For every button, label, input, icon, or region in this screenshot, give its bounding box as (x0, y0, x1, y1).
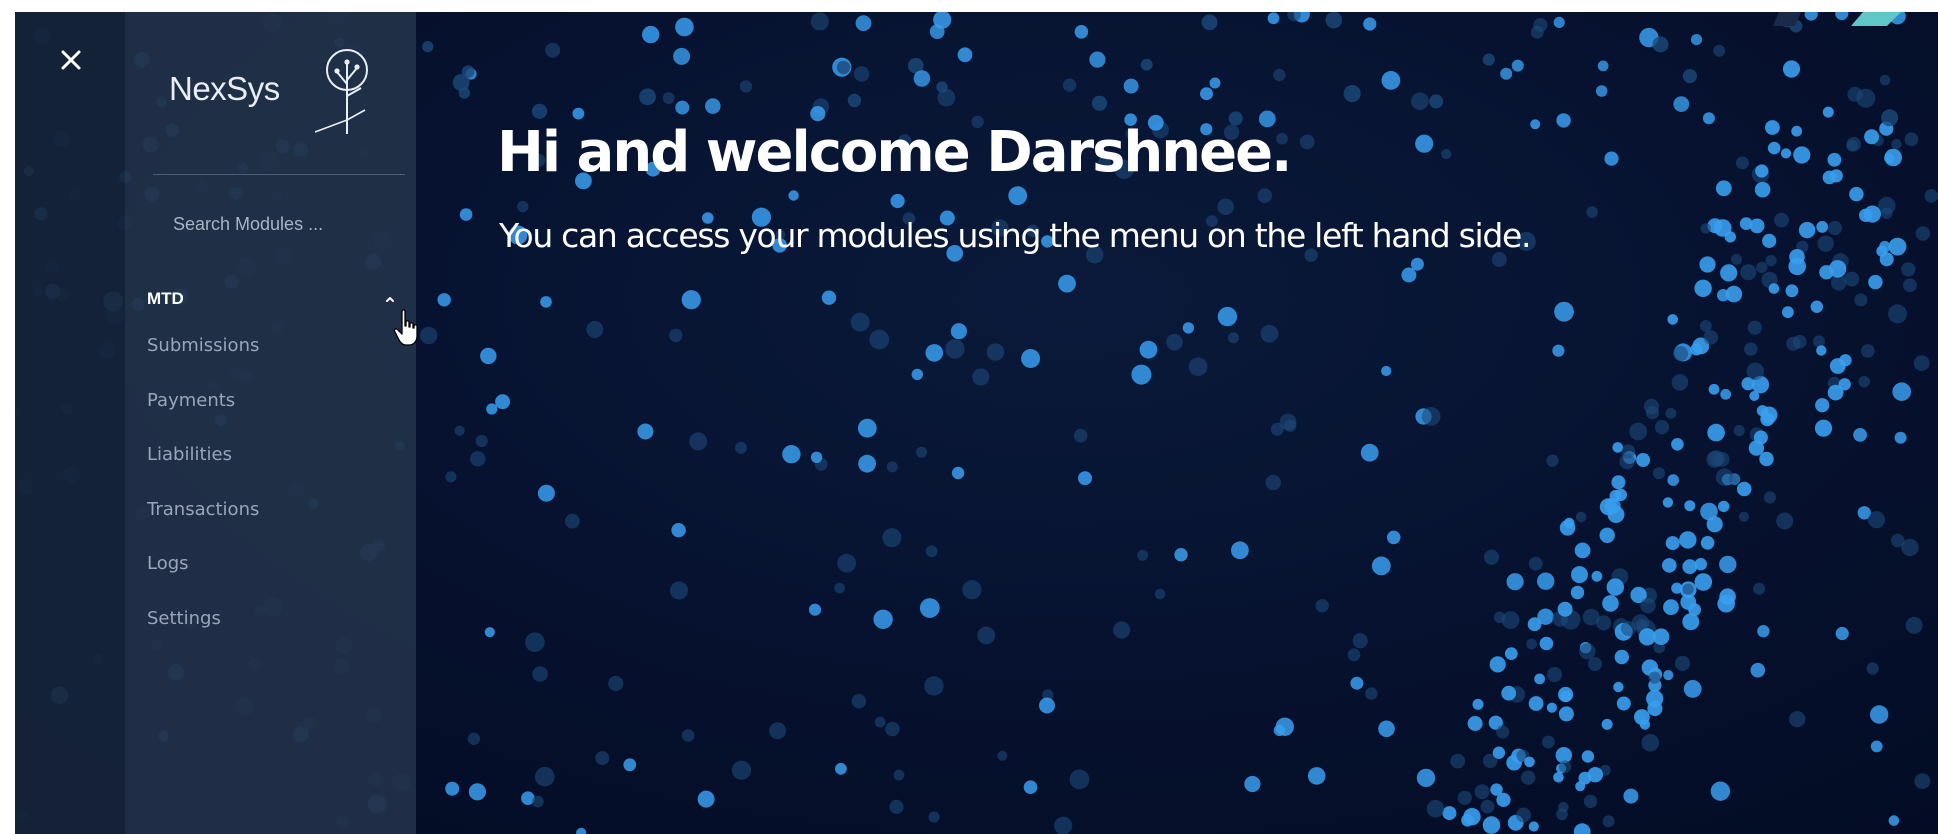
sidebar-item-settings[interactable]: Settings (145, 607, 397, 662)
close-menu-button[interactable] (53, 42, 89, 78)
sidebar-group-mtd[interactable]: MTD (145, 284, 397, 316)
close-icon (61, 50, 81, 70)
sidebar-group-label: MTD (147, 289, 184, 308)
side-rail (15, 12, 125, 834)
sidebar-menu: Submissions Payments Liabilities Transac… (145, 334, 397, 661)
sidebar-divider (153, 174, 405, 175)
sidebar-item-payments[interactable]: Payments (145, 389, 397, 444)
welcome-title: Hi and welcome Darshnee. (497, 120, 1292, 185)
sidebar-item-submissions[interactable]: Submissions (145, 334, 397, 389)
logo-text: NexSys (169, 70, 280, 107)
chevron-up-icon (386, 297, 394, 302)
app-window: NexSys MTD Submissions (15, 12, 1938, 834)
welcome-subtitle: You can access your modules using the me… (499, 216, 1531, 255)
tree-icon (315, 49, 368, 134)
sidebar-item-liabilities[interactable]: Liabilities (145, 443, 397, 498)
brand-corner-shapes (1773, 12, 1901, 26)
hand-pointer-icon (393, 309, 418, 346)
brand-logo[interactable]: NexSys (165, 34, 375, 144)
sidebar-item-transactions[interactable]: Transactions (145, 498, 397, 553)
sidebar-item-logs[interactable]: Logs (145, 552, 397, 607)
sidebar: NexSys MTD Submissions (125, 12, 418, 834)
search-modules-input[interactable] (153, 202, 405, 246)
